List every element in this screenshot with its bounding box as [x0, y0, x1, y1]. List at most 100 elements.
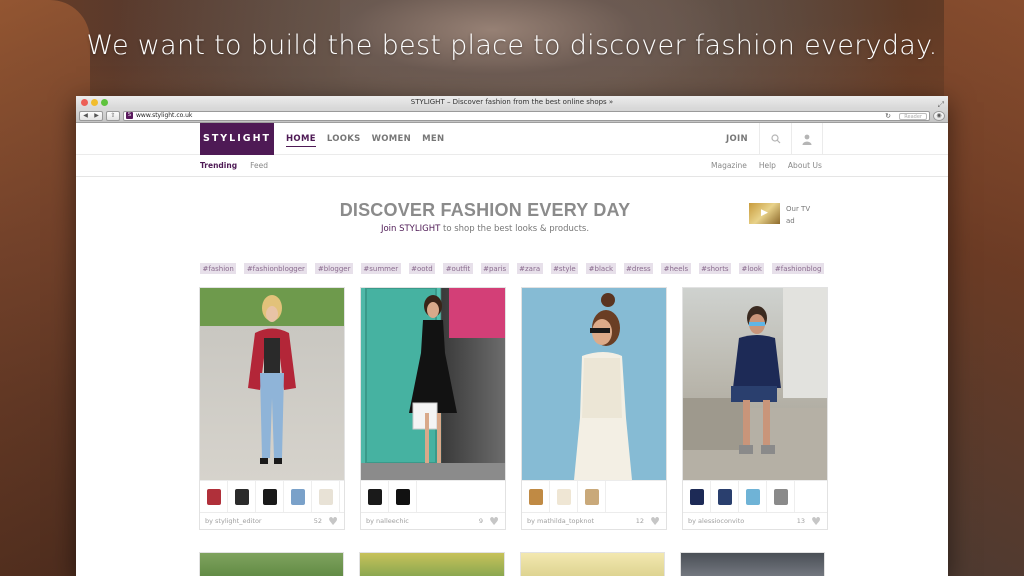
tab-trending[interactable]: Trending [200, 155, 237, 177]
product-image [234, 488, 249, 505]
tag-chip[interactable]: #ootd [408, 263, 436, 274]
search-icon[interactable] [759, 123, 791, 155]
downloads-icon[interactable]: ◉ [933, 110, 945, 121]
tag-chip[interactable]: #outfit [443, 263, 473, 274]
tag-chip[interactable]: #style [550, 263, 579, 274]
nav-men[interactable]: MEN [422, 132, 444, 146]
titlebar: STYLIGHT – Discover fashion from the bes… [76, 96, 948, 109]
look-figure [683, 288, 827, 480]
nav-home[interactable]: HOME [286, 132, 316, 147]
product-image [745, 488, 760, 505]
tag-chip[interactable]: #black [586, 263, 616, 274]
look-photo[interactable] [683, 288, 827, 480]
join-link[interactable]: Join STYLIGHT [381, 224, 440, 234]
close-window-button[interactable] [81, 99, 88, 106]
look-figure [200, 288, 344, 464]
heart-icon[interactable]: ♥ [328, 513, 338, 530]
tag-chip[interactable]: #fashion [200, 263, 237, 274]
tag-list: #fashion #fashionblogger #blogger #summer #o… [200, 263, 824, 274]
tag-chip[interactable]: #shorts [698, 263, 732, 274]
tag-chip[interactable]: #heels [661, 263, 691, 274]
look-footer: by nalleechic 9 ♥ [361, 512, 505, 529]
product-thumb[interactable] [767, 481, 795, 512]
look-photo[interactable] [679, 552, 825, 576]
product-thumb[interactable] [256, 481, 284, 512]
video-play-icon[interactable] [749, 203, 780, 224]
tag-chip[interactable]: #summer [360, 263, 401, 274]
product-image [395, 488, 410, 505]
product-thumb[interactable] [683, 481, 711, 512]
look-card[interactable]: by nalleechic 9 ♥ [360, 287, 506, 530]
tag-chip[interactable]: #dress [623, 263, 654, 274]
look-photo[interactable] [519, 552, 665, 576]
tag-chip[interactable]: #fashionblog [772, 263, 824, 274]
look-author[interactable]: by mathilda_topknot [527, 517, 594, 525]
product-thumb[interactable] [550, 481, 578, 512]
product-thumb[interactable] [389, 481, 417, 512]
look-items [200, 480, 344, 512]
site-header: STYLIGHT HOME LOOKS WOMEN MEN JOIN [76, 123, 948, 155]
window-controls [81, 99, 108, 106]
share-button[interactable]: ⇧ [106, 110, 120, 121]
product-thumb[interactable] [522, 481, 550, 512]
look-photo[interactable] [359, 552, 505, 576]
product-thumb[interactable] [739, 481, 767, 512]
product-thumb[interactable] [361, 481, 389, 512]
minimize-window-button[interactable] [91, 99, 98, 106]
window-title: STYLIGHT – Discover fashion from the bes… [410, 98, 614, 106]
tv-ad[interactable]: Our TV ad [749, 203, 812, 227]
nav-looks[interactable]: LOOKS [327, 132, 361, 146]
product-image [584, 488, 599, 505]
look-figure [522, 288, 666, 480]
tag-chip[interactable]: #look [739, 263, 765, 274]
product-thumb[interactable] [200, 481, 228, 512]
heart-icon[interactable]: ♥ [489, 513, 499, 530]
like-count: 12 [635, 517, 644, 525]
tv-ad-label[interactable]: Our TV ad [786, 203, 812, 227]
product-thumb[interactable] [284, 481, 312, 512]
reader-button[interactable]: Reader [899, 112, 927, 120]
product-thumb[interactable] [578, 481, 606, 512]
tag-chip[interactable]: #paris [480, 263, 509, 274]
headline: We want to build the best place to disco… [86, 30, 938, 61]
zoom-window-button[interactable] [101, 99, 108, 106]
look-card[interactable]: by stylight_editor 52 ♥ [199, 287, 345, 530]
product-image [528, 488, 543, 505]
heart-icon[interactable]: ♥ [650, 513, 660, 530]
link-help[interactable]: Help [759, 155, 776, 177]
forward-icon[interactable]: ▶ [91, 112, 102, 119]
product-thumb[interactable] [312, 481, 340, 512]
address-bar[interactable]: S www.stylight.co.uk ↻ Reader [123, 110, 930, 121]
look-card[interactable]: by mathilda_topknot 12 ♥ [521, 287, 667, 530]
tag-chip[interactable]: #zara [516, 263, 543, 274]
logo[interactable]: STYLIGHT [200, 123, 274, 155]
look-photo[interactable] [361, 288, 505, 480]
look-author[interactable]: by nalleechic [366, 517, 409, 525]
tag-chip[interactable]: #blogger [315, 263, 353, 274]
join-button[interactable]: JOIN [726, 123, 748, 155]
tag-chip[interactable]: #fashionblogger [244, 263, 308, 274]
sub-nav: Trending Feed Magazine Help About Us [76, 155, 948, 177]
product-thumb[interactable] [711, 481, 739, 512]
look-photo[interactable] [200, 288, 344, 480]
hero-subtitle: Join STYLIGHT to shop the best looks & p… [76, 224, 948, 234]
look-photo[interactable] [199, 552, 345, 576]
fullscreen-icon[interactable]: ⤢ [938, 98, 944, 111]
favicon: S [126, 112, 133, 119]
back-icon[interactable]: ◀ [80, 112, 91, 119]
link-about-us[interactable]: About Us [788, 155, 822, 177]
like-count: 13 [796, 517, 805, 525]
product-image [262, 488, 277, 505]
look-author[interactable]: by stylight_editor [205, 517, 262, 525]
reload-icon[interactable]: ↻ [885, 112, 891, 120]
look-author[interactable]: by alessioconvito [688, 517, 744, 525]
link-magazine[interactable]: Magazine [711, 155, 747, 177]
look-photo[interactable] [522, 288, 666, 480]
nav-women[interactable]: WOMEN [372, 132, 411, 146]
product-image [773, 488, 788, 505]
tab-feed[interactable]: Feed [250, 155, 268, 177]
user-icon[interactable] [791, 123, 823, 155]
product-thumb[interactable] [228, 481, 256, 512]
look-card[interactable]: by alessioconvito 13 ♥ [682, 287, 828, 530]
heart-icon[interactable]: ♥ [811, 513, 821, 530]
